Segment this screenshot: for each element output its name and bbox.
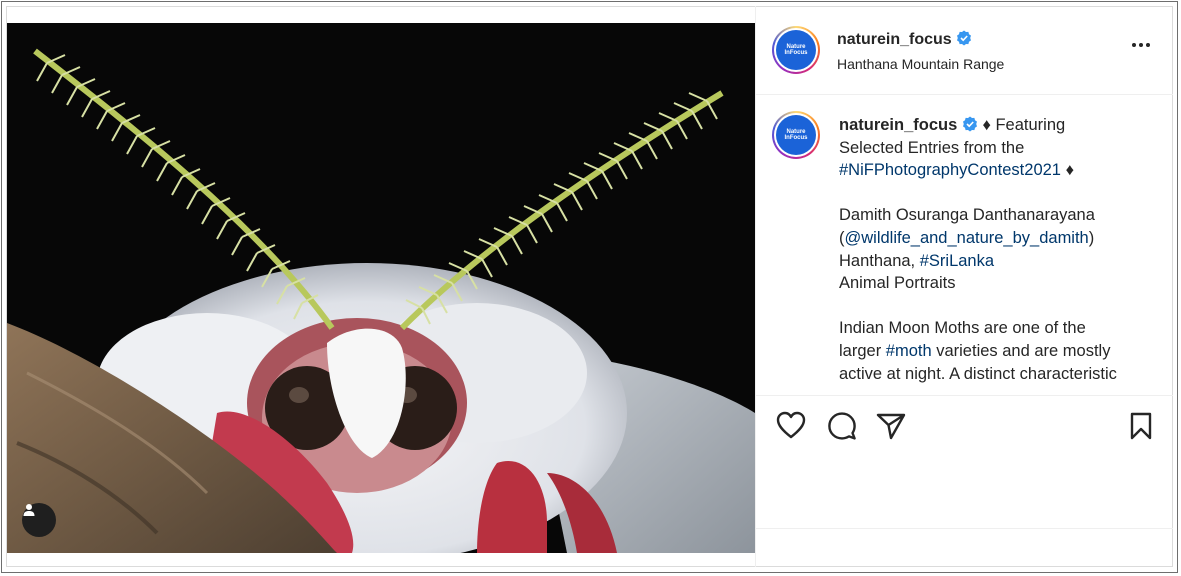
caption-line2: Selected Entries from the [839,138,1025,157]
bookmark-icon[interactable] [1129,412,1153,440]
handle-close: ) [1088,228,1095,247]
paper-plane-icon[interactable] [876,412,906,440]
caption-section: Nature InFocus naturein_focus ♦ Featurin… [756,95,1173,396]
caption-avatar-logo: Nature InFocus [776,115,816,155]
avatar-label: Nature InFocus [784,44,808,56]
caption-diamond: ♦ [1060,161,1074,180]
caption-text: naturein_focus ♦ Featuring Selected Entr… [839,114,1159,385]
hashtag-contest-link[interactable]: #NiFPhotographyContest2021 [839,161,1061,179]
post-details-panel: Nature InFocus naturein_focus Hanthana M… [755,6,1173,567]
caption-username[interactable]: naturein_focus [839,116,957,134]
post-location[interactable]: Hanthana Mountain Range [837,56,1004,72]
verified-badge-icon [962,116,977,132]
avatar[interactable]: Nature InFocus [772,26,820,74]
more-options-icon[interactable] [1131,42,1151,48]
caption-para3: active at night. A distinct characterist… [839,364,1117,383]
caption-line1: ♦ Featuring [977,116,1066,134]
photographer-handle-link[interactable]: @wildlife_and_nature_by_damith [845,229,1089,247]
tagged-users-button[interactable] [22,503,56,537]
photographer-name: Damith Osuranga Danthanarayana [839,206,1095,225]
place-prefix: Hanthana, [839,251,920,270]
hashtag-srilanka-link[interactable]: #SriLanka [920,252,994,270]
comment-icon[interactable] [827,411,857,441]
moth-photo [7,23,755,553]
post-header: Nature InFocus naturein_focus Hanthana M… [756,6,1173,95]
caption-avatar-label: Nature InFocus [784,129,808,141]
user-icon [23,504,35,516]
header-username[interactable]: naturein_focus [837,31,952,48]
hashtag-moth-link[interactable]: #moth [886,342,932,360]
caption-avatar[interactable]: Nature InFocus [772,111,820,159]
verified-badge-icon [957,30,972,46]
category-text: Animal Portraits [839,274,956,293]
caption-para1: Indian Moon Moths are one of the [839,319,1086,338]
post-image[interactable] [7,23,755,553]
caption-para2-post: varieties and are mostly [931,341,1111,360]
avatar-logo: Nature InFocus [776,30,816,70]
action-bar [756,396,1173,456]
caption-para2-pre: larger [839,341,886,360]
heart-icon[interactable] [776,411,806,439]
divider [756,528,1173,529]
